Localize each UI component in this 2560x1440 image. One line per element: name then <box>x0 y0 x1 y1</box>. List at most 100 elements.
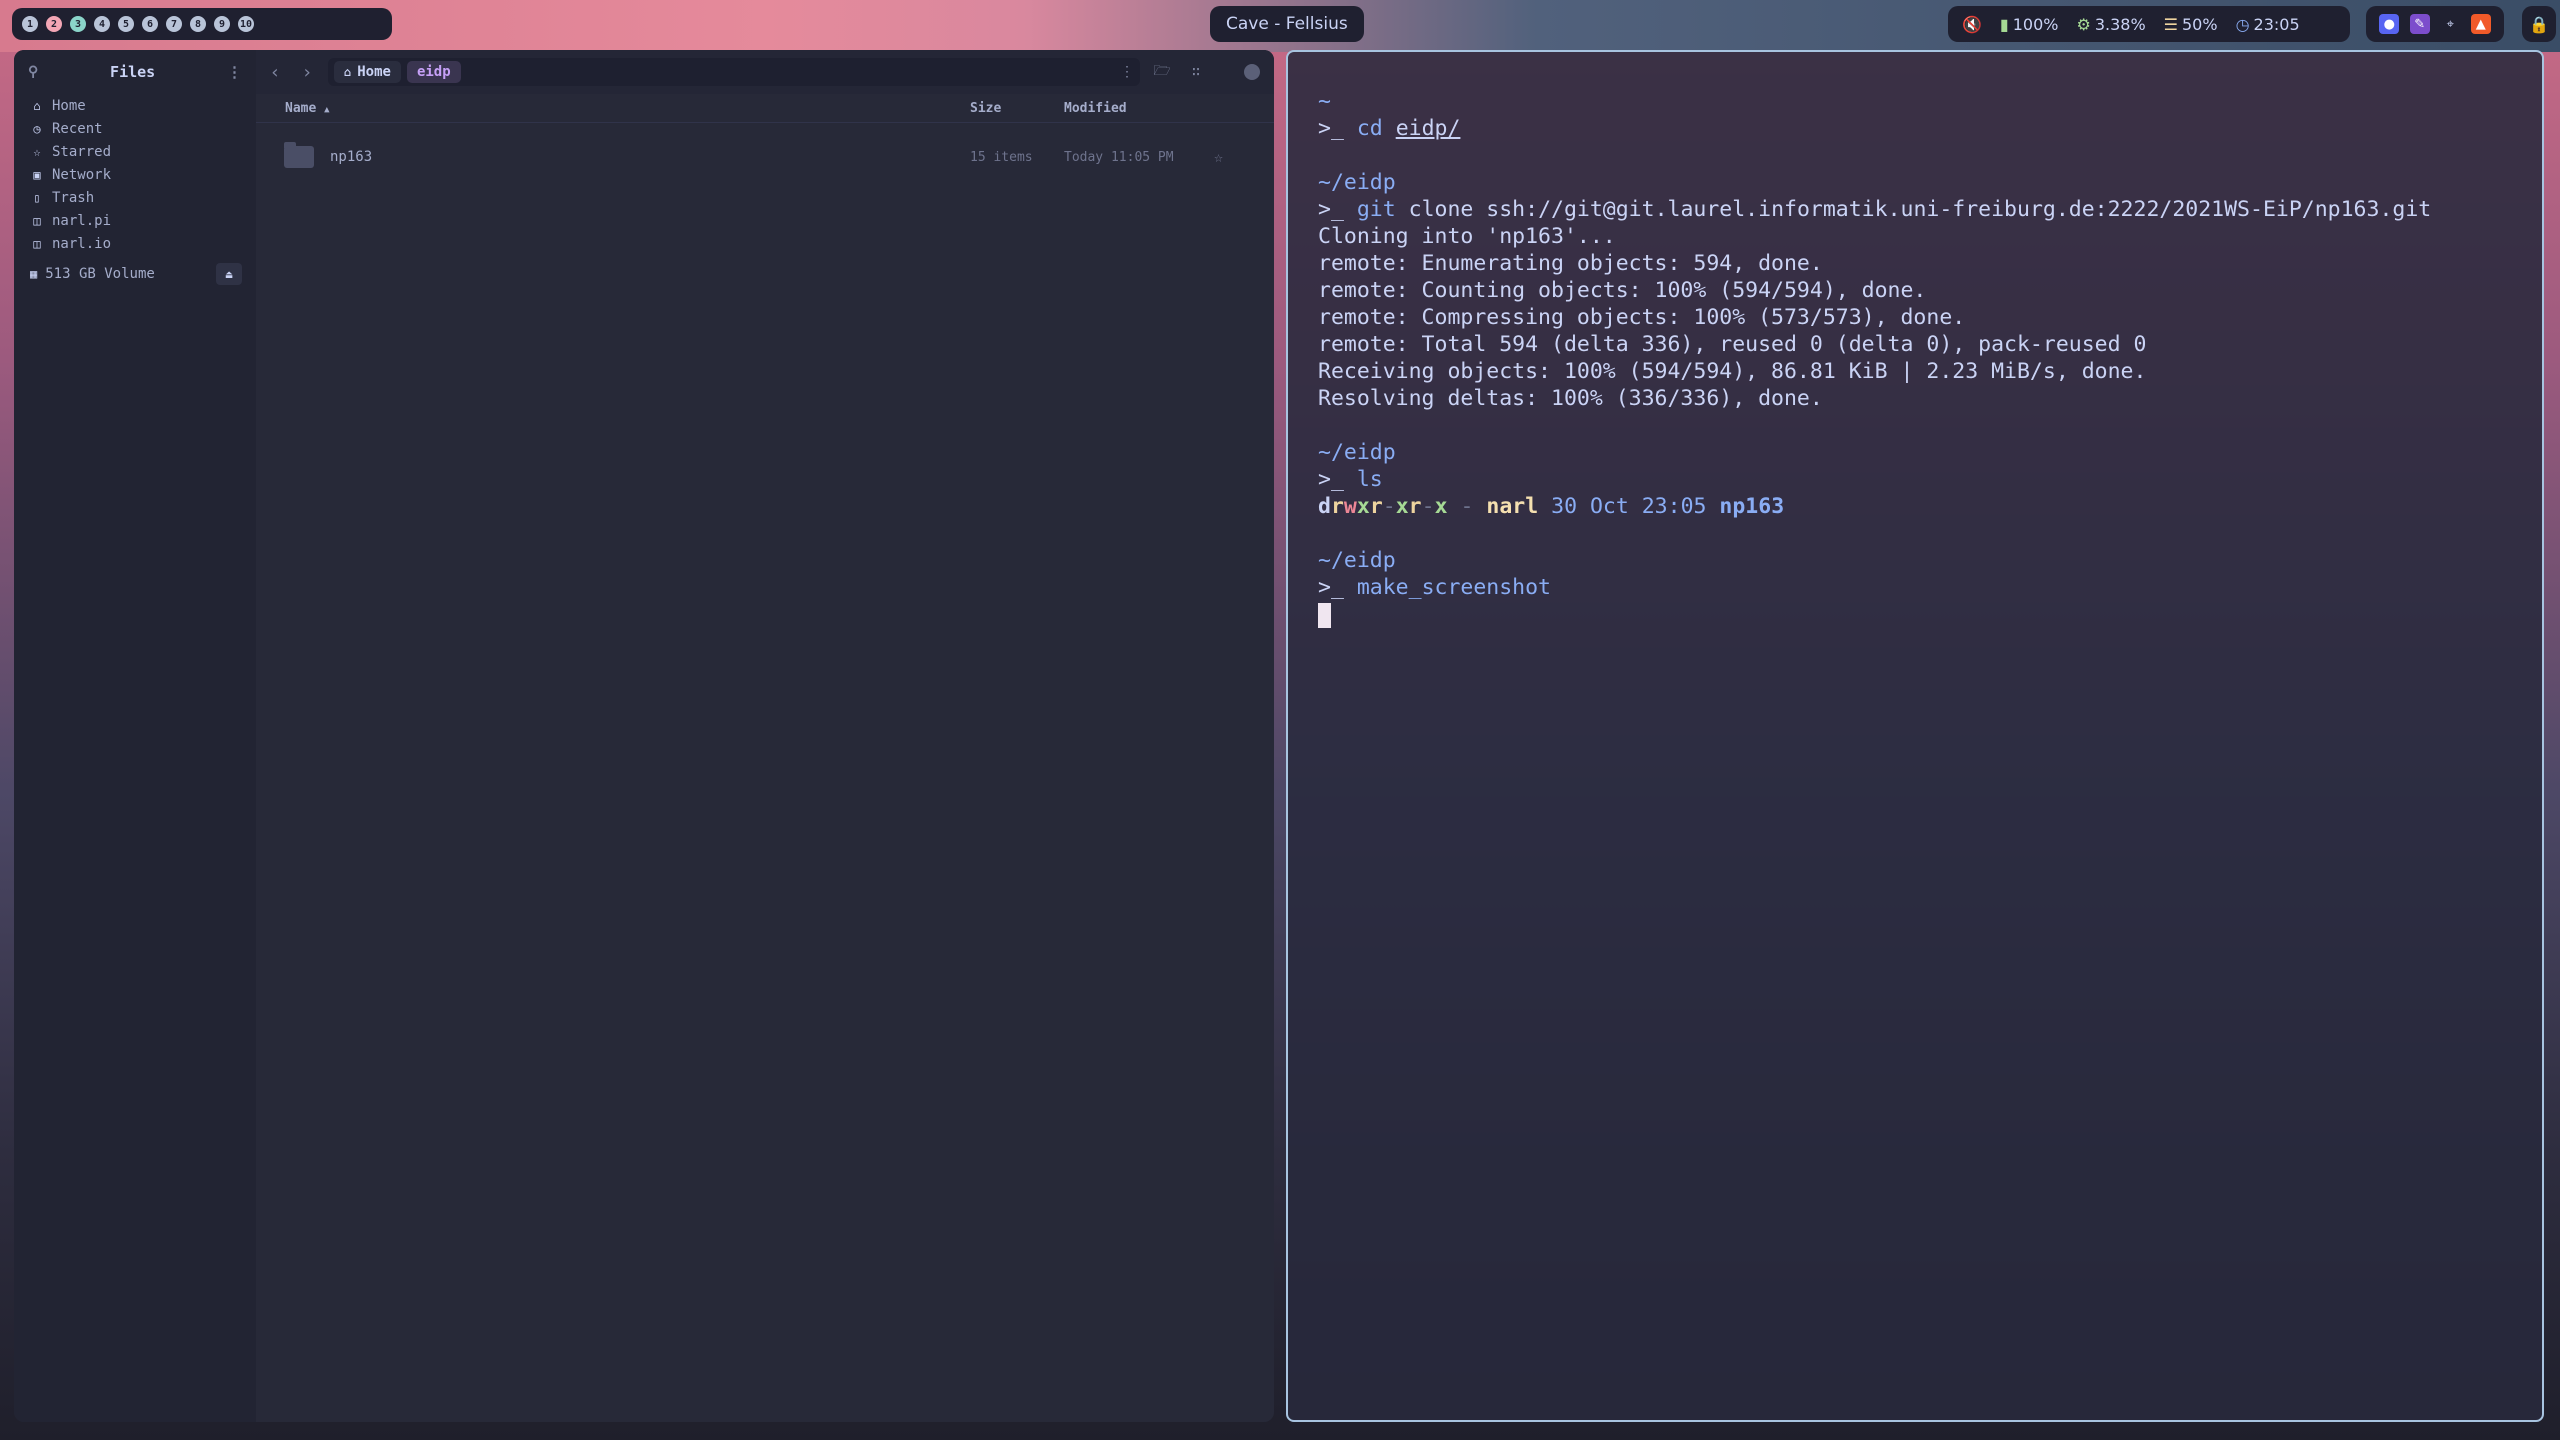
column-modified[interactable]: Modified <box>1064 101 1208 116</box>
eject-icon[interactable]: ⏏ <box>216 263 242 285</box>
network-icon: ▣ <box>33 167 41 182</box>
workspace-7[interactable]: 7 <box>166 16 182 32</box>
file-name: np163 <box>330 149 373 165</box>
term-prompt: >_ <box>1318 116 1357 141</box>
workspace-8[interactable]: 8 <box>190 16 206 32</box>
cpu-icon: ⚙ <box>2076 14 2091 34</box>
crumb-home-label: Home <box>357 64 391 80</box>
path-menu-icon[interactable]: ⋮ <box>1120 64 1134 80</box>
term-cwd: ~/eidp <box>1318 170 1396 195</box>
term-output: Receiving objects: 100% (594/594), 86.81… <box>1318 359 2147 384</box>
battery-status: ▮ 100% <box>2000 15 2059 34</box>
term-ls-name: np163 <box>1719 494 1785 519</box>
term-output: Cloning into 'np163'... <box>1318 224 1616 249</box>
tray-area: ● ✎ ⌖ ▲ <box>2366 6 2504 42</box>
clock-icon: ◷ <box>2235 14 2250 34</box>
sidebar-item-label: Recent <box>52 120 103 137</box>
wifi-icon[interactable]: ⌖ <box>2440 14 2460 34</box>
term-output: remote: Enumerating objects: 594, done. <box>1318 251 1823 276</box>
file-modified: Today 11:05 PM <box>1064 149 1174 165</box>
term-output: Resolving deltas: 100% (336/336), done. <box>1318 386 1823 411</box>
sidebar-item-volume[interactable]: ▦ 513 GB Volume ⏏ <box>14 261 256 287</box>
term-cwd: ~/eidp <box>1318 548 1396 573</box>
sidebar-item-label: Trash <box>52 189 95 206</box>
clock-status: ◷ 23:05 <box>2236 15 2300 34</box>
new-folder-icon[interactable]: 🗁 <box>1150 60 1174 84</box>
discord-icon[interactable]: ● <box>2379 14 2400 34</box>
file-manager-window: ⚲ Files ⋮ ⌂ Home ◷ Recent ☆ Starred ▣ Networ… <box>14 50 1274 1422</box>
term-prompt: >_ <box>1318 575 1357 600</box>
lock-icon[interactable]: 🔒 <box>2522 6 2556 42</box>
workspace-4[interactable]: 4 <box>94 16 110 32</box>
memory-status: ☰ 50% <box>2164 15 2218 34</box>
crumb-eidp-label: eidp <box>416 64 451 80</box>
crumb-eidp[interactable]: eidp <box>406 61 461 83</box>
crumb-home[interactable]: ⌂ Home <box>334 61 401 83</box>
term-cwd: ~ <box>1318 89 1331 114</box>
back-button[interactable]: ‹ <box>264 61 286 83</box>
term-ls-date: 30 Oct 23:05 <box>1551 494 1707 519</box>
workspace-switcher: 1 2 3 4 5 6 7 8 9 10 <box>12 8 392 40</box>
terminal-window[interactable]: ~ >_ cd eidp/ ~/eidp >_ git clone ssh://… <box>1286 50 2544 1422</box>
workspace-5[interactable]: 5 <box>118 16 134 32</box>
home-icon: ⌂ <box>344 65 352 79</box>
workspace-3[interactable]: 3 <box>70 16 86 32</box>
star-icon: ☆ <box>33 144 41 159</box>
sidebar-item-recent[interactable]: ◷ Recent <box>14 117 256 140</box>
files-title: Files <box>110 63 156 81</box>
files-toolbar: ‹ › ⌂ Home eidp ⋮ 🗁 ∷ <box>256 50 1274 94</box>
star-icon[interactable]: ☆ <box>1214 148 1223 166</box>
sidebar-item-narl-io[interactable]: ◫ narl.io <box>14 232 256 255</box>
terminal-cursor <box>1318 602 1331 628</box>
workspace-6[interactable]: 6 <box>142 16 158 32</box>
memory-value: 50% <box>2182 14 2218 34</box>
sidebar-item-network[interactable]: ▣ Network <box>14 163 256 186</box>
workspace-10[interactable]: 10 <box>238 16 254 32</box>
term-command: make_screenshot <box>1356 575 1552 600</box>
workspace-9[interactable]: 9 <box>214 16 230 32</box>
grid-view-icon[interactable]: ∷ <box>1184 60 1208 84</box>
term-prompt: >_ <box>1318 467 1357 492</box>
sidebar-item-label: Home <box>52 97 86 114</box>
volume-label: 513 GB Volume <box>45 266 155 282</box>
sidebar-header: ⚲ Files ⋮ <box>14 50 256 94</box>
workspace-1[interactable]: 1 <box>22 16 38 32</box>
search-icon[interactable]: ⚲ <box>28 64 38 80</box>
window-control-button[interactable] <box>1244 64 1260 80</box>
forward-button[interactable]: › <box>296 61 318 83</box>
folder-icon <box>284 142 314 168</box>
sidebar-item-home[interactable]: ⌂ Home <box>14 94 256 117</box>
window-title: Cave - Fellsius <box>1210 6 1364 42</box>
term-command: git <box>1356 197 1396 222</box>
sidebar-item-label: Network <box>52 166 112 183</box>
sidebar-item-label: narl.io <box>52 235 112 252</box>
column-name-label: Name <box>285 100 317 116</box>
status-area: 🔇 ▮ 100% ⚙ 3.38% ☰ 50% ◷ 23:05 <box>1948 6 2350 42</box>
term-command: ls <box>1356 467 1383 492</box>
term-ls-perms: drwxr-xr-x <box>1318 494 1448 519</box>
sidebar-item-starred[interactable]: ☆ Starred <box>14 140 256 163</box>
clock-value: 23:05 <box>2253 14 2300 34</box>
remote-folder-icon: ◫ <box>33 213 41 228</box>
sidebar-item-trash[interactable]: ▯ Trash <box>14 186 256 209</box>
column-size[interactable]: Size <box>970 101 1064 116</box>
column-name[interactable]: Name ▲ <box>256 101 970 116</box>
term-prompt: >_ <box>1318 197 1357 222</box>
battery-value: 100% <box>2012 14 2059 34</box>
home-icon: ⌂ <box>33 98 41 113</box>
notes-icon[interactable]: ✎ <box>2409 14 2430 34</box>
workspace-2[interactable]: 2 <box>46 16 62 32</box>
clock-icon: ◷ <box>33 121 41 136</box>
term-output: remote: Counting objects: 100% (594/594)… <box>1318 278 1927 303</box>
term-output: remote: Compressing objects: 100% (573/5… <box>1318 305 1966 330</box>
sidebar-item-narl-pi[interactable]: ◫ narl.pi <box>14 209 256 232</box>
drive-icon: ▦ <box>30 267 38 281</box>
file-size: 15 items <box>970 149 1033 165</box>
sidebar-item-label: narl.pi <box>52 212 112 229</box>
muted-speaker-icon[interactable]: 🔇 <box>1962 15 1982 34</box>
menu-icon[interactable]: ⋮ <box>227 63 242 81</box>
table-row[interactable]: np163 15 items Today 11:05 PM ☆ <box>256 131 1274 183</box>
breadcrumb: ⌂ Home eidp ⋮ <box>328 58 1140 86</box>
term-args: clone ssh://git@git.laurel.informatik.un… <box>1395 197 2432 222</box>
brave-icon[interactable]: ▲ <box>2470 14 2491 34</box>
